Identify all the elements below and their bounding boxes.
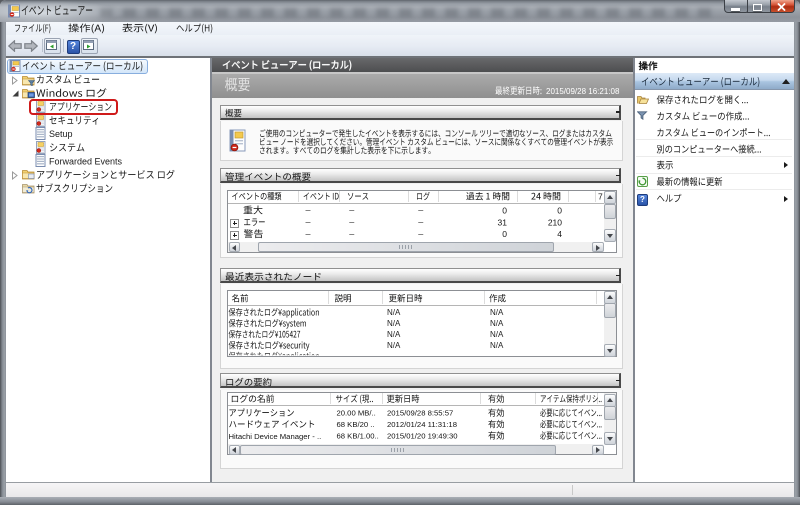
- svg-text:–: –: [418, 228, 423, 238]
- svg-text:2015/01/20 19:49:30: 2015/01/20 19:49:30: [387, 431, 458, 440]
- svg-text:N/A: N/A: [387, 308, 401, 317]
- svg-text:N/A: N/A: [387, 330, 401, 339]
- svg-text:7: 7: [598, 192, 603, 202]
- svg-text:N/A: N/A: [490, 341, 504, 350]
- svg-text:–: –: [418, 217, 423, 227]
- svg-text:2012/01/24 11:31:18: 2012/01/24 11:31:18: [387, 420, 457, 429]
- svg-text:–: –: [349, 217, 354, 227]
- svg-text:Setup: Setup: [49, 129, 73, 139]
- svg-text:210: 210: [548, 217, 562, 227]
- svg-text:0: 0: [557, 205, 562, 215]
- svg-text:Hitachi Device Manager - ..: Hitachi Device Manager - ..: [229, 432, 322, 441]
- svg-text:N/A: N/A: [387, 341, 401, 350]
- svg-text:4: 4: [557, 229, 562, 239]
- svg-text:–: –: [349, 205, 354, 215]
- svg-text:0: 0: [502, 205, 507, 215]
- svg-text:Forwarded Events: Forwarded Events: [49, 157, 123, 167]
- svg-text:N/A: N/A: [490, 319, 504, 328]
- svg-text:20.00 MB/..: 20.00 MB/..: [337, 409, 376, 418]
- svg-text:–: –: [306, 217, 311, 227]
- svg-text:–: –: [418, 205, 423, 215]
- svg-text:68 KB/20 ..: 68 KB/20 ..: [337, 420, 375, 429]
- svg-text:–: –: [306, 205, 311, 215]
- svg-text:31: 31: [498, 217, 508, 227]
- svg-text:N/A: N/A: [490, 330, 504, 339]
- svg-text:N/A: N/A: [387, 319, 401, 328]
- svg-text:2015/09/28 8:55:57: 2015/09/28 8:55:57: [387, 409, 453, 418]
- svg-text:N/A: N/A: [490, 308, 504, 317]
- svg-text:2015/09/28 16:21:08: 2015/09/28 16:21:08: [546, 87, 620, 96]
- svg-text:0: 0: [502, 229, 507, 239]
- svg-text:68 KB/1.00..: 68 KB/1.00..: [337, 431, 379, 440]
- svg-text:–: –: [349, 228, 354, 238]
- svg-text:–: –: [306, 228, 311, 238]
